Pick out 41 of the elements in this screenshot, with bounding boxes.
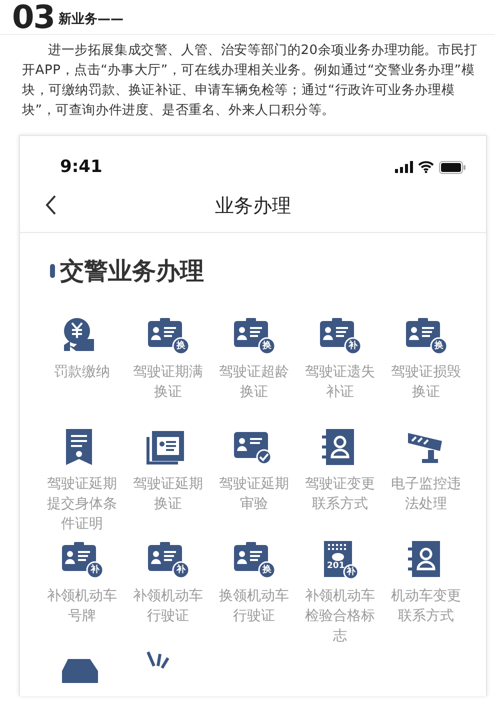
badge-label: 补 xyxy=(348,342,358,350)
service-label[interactable]: 驾驶证超龄换证 xyxy=(211,362,297,402)
service-label[interactable]: 补领机动车行驶证 xyxy=(125,586,211,626)
service-label[interactable]: 电子监控违法处理 xyxy=(383,474,469,514)
section-heading: 交警业务办理 xyxy=(60,256,204,287)
accent-bar xyxy=(50,264,55,278)
service-label[interactable]: 驾驶证延期换证 xyxy=(125,474,211,514)
badge-label: 补 xyxy=(176,566,186,574)
section-number: 03 xyxy=(12,1,55,33)
service-label[interactable]: 换领机动车行驶证 xyxy=(211,586,297,626)
badge-label: 换 xyxy=(176,342,186,350)
status-time: 9:41 xyxy=(60,157,102,177)
nav-title: 业务办理 xyxy=(214,194,292,219)
id-card-icon xyxy=(60,539,104,579)
id-card-icon xyxy=(232,315,276,355)
service-label[interactable]: 补领机动车检验合格标志 xyxy=(297,586,383,646)
service-label[interactable]: 驾驶证延期审验 xyxy=(211,474,297,514)
service-label[interactable]: 补领机动车号牌 xyxy=(39,586,125,626)
service-label[interactable]: 驾驶证遗失补证 xyxy=(297,362,383,402)
battery-icon xyxy=(439,160,466,174)
year-label: 201 xyxy=(327,562,345,570)
service-label[interactable]: 驾驶证延期提交身体条件证明 xyxy=(39,474,125,534)
service-label[interactable]: 驾驶证期满换证 xyxy=(125,362,211,402)
id-card-icon xyxy=(318,315,362,355)
badge-label: 换 xyxy=(262,566,272,574)
badge-label: 换 xyxy=(434,342,444,350)
badge-label: 补 xyxy=(346,568,356,576)
wifi-icon xyxy=(418,161,434,173)
badge-label: 补 xyxy=(90,566,100,574)
badge-label: 换 xyxy=(262,342,272,350)
service-label[interactable]: 机动车变更联系方式 xyxy=(383,586,469,626)
intro-paragraph: 进一步拓展集成交警、人管、治安等部门的20余项业务办理功能。市民打开APP，点击“办事大厅”，可在线办理相关业务。例如通过“交警业务办理”模块，可缴纳罚款、换证补证、申请车辆免检等；通过“行政许可业务办理模块”，可查询办件进度、是否重名、外来人口积分等。 xyxy=(22,42,478,120)
service-label[interactable]: 驾驶证损毁换证 xyxy=(383,362,469,402)
service-label[interactable]: 罚款缴纳 xyxy=(39,362,125,382)
section-title: 新业务—— xyxy=(58,10,124,28)
service-label[interactable]: 驾驶证变更联系方式 xyxy=(297,474,383,514)
id-card-icon xyxy=(146,539,190,579)
id-card-icon xyxy=(146,315,190,355)
id-card-icon xyxy=(232,539,276,579)
id-card-icon xyxy=(404,315,448,355)
signal-icon xyxy=(395,161,413,173)
